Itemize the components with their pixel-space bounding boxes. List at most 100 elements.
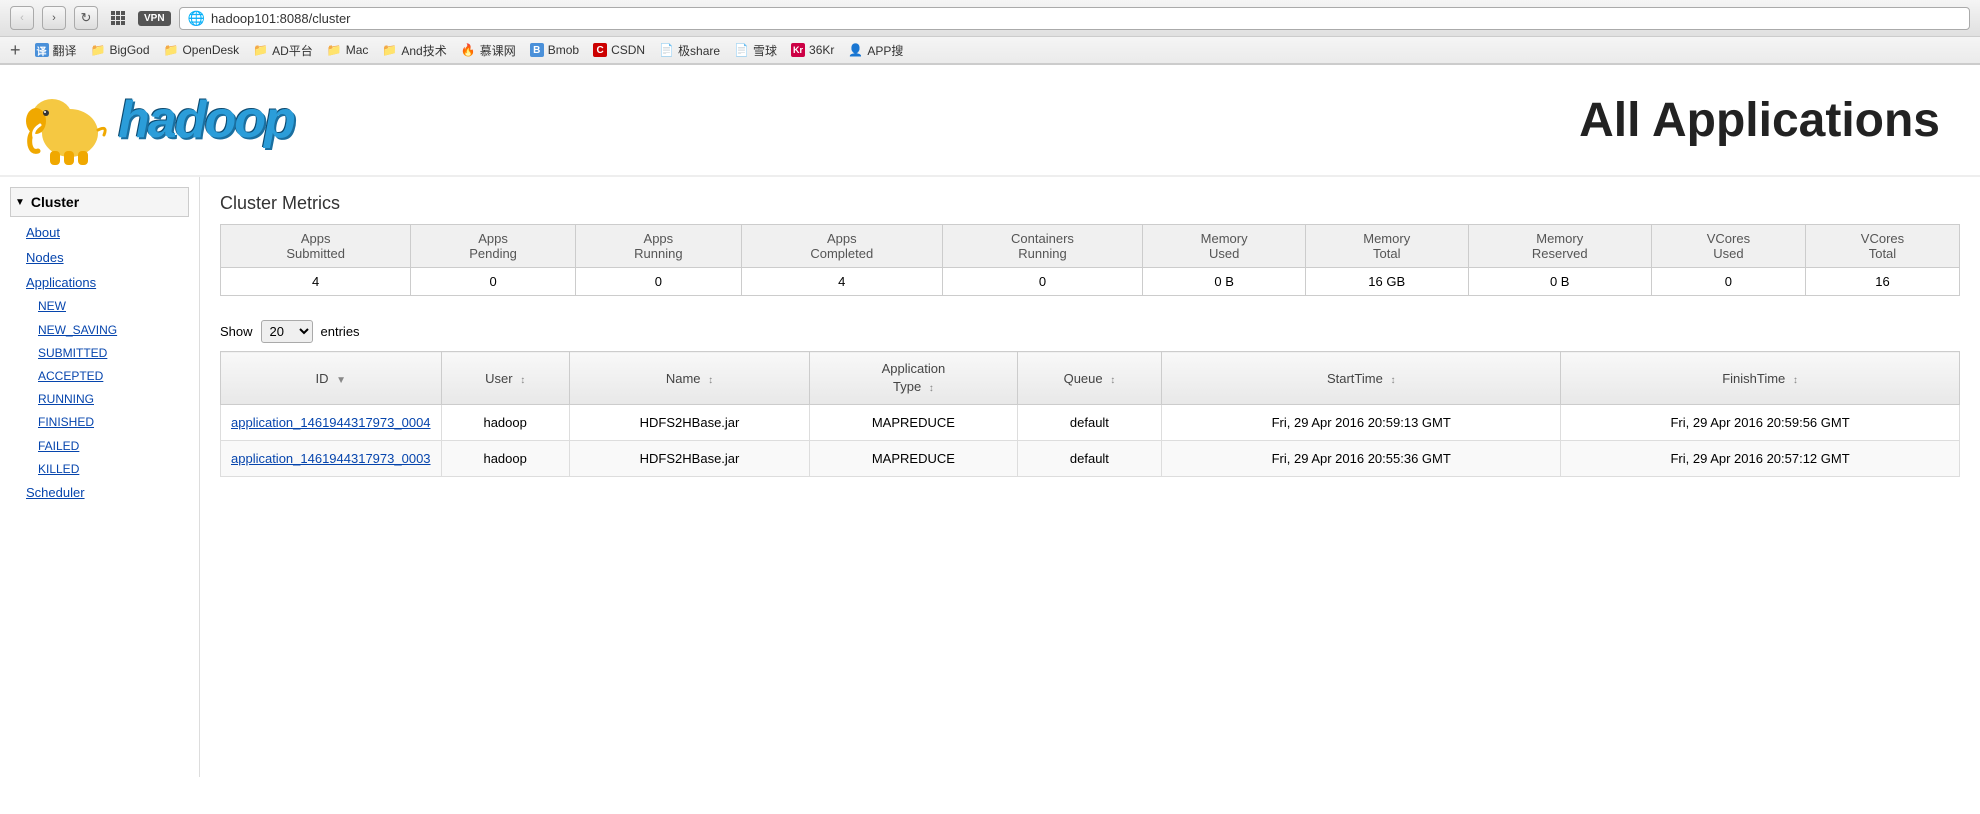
translate-icon: 译 xyxy=(35,43,49,57)
sort-starttime-icon[interactable]: ↕ xyxy=(1390,375,1395,386)
sidebar-item-accepted[interactable]: ACCEPTED xyxy=(10,365,189,388)
sort-user-icon[interactable]: ↕ xyxy=(520,375,525,386)
browser-toolbar: ‹ › ↻ VPN 🌐 hadoop101:8088/cluster xyxy=(0,0,1980,37)
bookmarks-bar: + 译 翻译 📁 BigGod 📁 OpenDesk 📁 AD平台 📁 Mac … xyxy=(0,37,1980,64)
app-id-cell: application_1461944317973_0003 xyxy=(221,441,442,477)
forward-button[interactable]: › xyxy=(42,6,66,30)
sidebar-item-finished[interactable]: FINISHED xyxy=(10,411,189,434)
bookmark-label: OpenDesk xyxy=(182,43,239,57)
sidebar-item-running[interactable]: RUNNING xyxy=(10,388,189,411)
app-queue-cell: default xyxy=(1017,441,1162,477)
bookmark-and[interactable]: 📁 And技术 xyxy=(382,42,446,59)
bookmark-label: BigGod xyxy=(109,43,149,57)
app-name-cell: HDFS2HBase.jar xyxy=(569,441,809,477)
app-finishtime-cell: Fri, 29 Apr 2016 20:59:56 GMT xyxy=(1561,405,1960,441)
metric-header-apps-submitted: AppsSubmitted xyxy=(221,225,411,268)
metric-vcores-total: 16 xyxy=(1805,268,1959,296)
metrics-table: AppsSubmitted AppsPending AppsRunning Ap… xyxy=(220,224,1960,296)
col-header-starttime[interactable]: StartTime ↕ xyxy=(1162,352,1561,405)
sidebar-item-scheduler[interactable]: Scheduler xyxy=(10,481,189,504)
doc-icon: 📄 xyxy=(659,43,674,57)
metric-header-containers-running: ContainersRunning xyxy=(942,225,1143,268)
bookmark-adplatform[interactable]: 📁 AD平台 xyxy=(253,42,313,59)
address-bar[interactable]: 🌐 hadoop101:8088/cluster xyxy=(179,7,1970,30)
hadoop-logo-text: hadoop xyxy=(118,90,294,150)
hadoop-logo: hadoop xyxy=(20,75,294,165)
doc-icon: 📄 xyxy=(734,43,749,57)
sidebar-item-applications[interactable]: Applications xyxy=(10,271,189,296)
sidebar-item-nodes[interactable]: Nodes xyxy=(10,246,189,271)
app-queue-cell: default xyxy=(1017,405,1162,441)
col-header-user[interactable]: User ↕ xyxy=(441,352,569,405)
sidebar-cluster-header[interactable]: ▼ Cluster xyxy=(10,187,189,217)
bookmark-label: CSDN xyxy=(611,43,645,57)
app-type-cell: MAPREDUCE xyxy=(810,441,1017,477)
metric-apps-submitted: 4 xyxy=(221,268,411,296)
sidebar-item-new-saving[interactable]: NEW_SAVING xyxy=(10,319,189,342)
bookmark-mukewang[interactable]: 🔥 慕课网 xyxy=(461,42,516,59)
metric-vcores-used: 0 xyxy=(1651,268,1805,296)
col-header-finishtime[interactable]: FinishTime ↕ xyxy=(1561,352,1960,405)
folder-icon: 📁 xyxy=(327,43,342,57)
bookmark-mac[interactable]: 📁 Mac xyxy=(327,43,369,57)
col-header-queue[interactable]: Queue ↕ xyxy=(1017,352,1162,405)
cluster-label: Cluster xyxy=(31,194,79,210)
bmob-icon: B xyxy=(530,43,544,57)
bookmark-jishare[interactable]: 📄 极share xyxy=(659,42,720,59)
bookmark-label: 极share xyxy=(678,42,720,59)
sidebar: ▼ Cluster About Nodes Applications NEW N… xyxy=(0,177,200,777)
bookmark-csdn[interactable]: C CSDN xyxy=(593,43,645,57)
cluster-metrics-title: Cluster Metrics xyxy=(220,193,1960,214)
reload-button[interactable]: ↻ xyxy=(74,6,98,30)
entries-select[interactable]: 10 20 50 100 xyxy=(261,320,313,343)
add-bookmark-button[interactable]: + xyxy=(10,41,21,59)
col-header-type[interactable]: ApplicationType ↕ xyxy=(810,352,1017,405)
metric-header-vcores-used: VCoresUsed xyxy=(1651,225,1805,268)
metric-header-memory-reserved: MemoryReserved xyxy=(1468,225,1651,268)
bookmark-biggod[interactable]: 📁 BigGod xyxy=(91,43,150,57)
metric-apps-pending: 0 xyxy=(411,268,575,296)
metric-apps-running: 0 xyxy=(575,268,741,296)
metric-header-vcores-total: VCoresTotal xyxy=(1805,225,1959,268)
sidebar-item-failed[interactable]: FAILED xyxy=(10,435,189,458)
bookmark-xuequi[interactable]: 📄 雪球 xyxy=(734,42,777,59)
grid-button[interactable] xyxy=(106,6,130,30)
collapse-arrow-icon: ▼ xyxy=(15,197,25,208)
metric-memory-used: 0 B xyxy=(1143,268,1306,296)
sort-type-icon[interactable]: ↕ xyxy=(929,383,934,394)
sort-finishtime-icon[interactable]: ↕ xyxy=(1793,375,1798,386)
csdn-icon: C xyxy=(593,43,607,57)
sidebar-item-about[interactable]: About xyxy=(10,221,189,246)
sidebar-item-new[interactable]: NEW xyxy=(10,295,189,318)
vpn-badge[interactable]: VPN xyxy=(138,11,171,26)
metric-memory-reserved: 0 B xyxy=(1468,268,1651,296)
sidebar-item-submitted[interactable]: SUBMITTED xyxy=(10,342,189,365)
bookmark-bmob[interactable]: B Bmob xyxy=(530,43,579,57)
folder-icon: 📁 xyxy=(253,43,268,57)
bookmark-label: Bmob xyxy=(548,43,579,57)
browser-chrome: ‹ › ↻ VPN 🌐 hadoop101:8088/cluster + 译 xyxy=(0,0,1980,65)
bookmark-opendesk[interactable]: 📁 OpenDesk xyxy=(164,43,240,57)
col-header-name[interactable]: Name ↕ xyxy=(569,352,809,405)
metric-containers-running: 0 xyxy=(942,268,1143,296)
sort-name-icon[interactable]: ↕ xyxy=(708,375,713,386)
metric-header-memory-total: MemoryTotal xyxy=(1305,225,1468,268)
bookmark-label: APP搜 xyxy=(867,42,903,59)
bookmark-appsou[interactable]: 👤 APP搜 xyxy=(848,42,903,59)
sidebar-item-killed[interactable]: KILLED xyxy=(10,458,189,481)
app-id-link-2[interactable]: application_1461944317973_0003 xyxy=(231,451,431,466)
app-id-link-1[interactable]: application_1461944317973_0004 xyxy=(231,415,431,430)
metric-header-apps-running: AppsRunning xyxy=(575,225,741,268)
metric-header-memory-used: MemoryUsed xyxy=(1143,225,1306,268)
col-header-id[interactable]: ID ▼ xyxy=(221,352,442,405)
bookmark-36kr[interactable]: Kr 36Kr xyxy=(791,43,834,57)
back-button[interactable]: ‹ xyxy=(10,6,34,30)
col-type-label: ApplicationType xyxy=(882,361,946,394)
col-finishtime-label: FinishTime xyxy=(1722,371,1785,386)
sort-id-icon[interactable]: ▼ xyxy=(336,375,346,386)
sort-queue-icon[interactable]: ↕ xyxy=(1110,375,1115,386)
bookmark-translate[interactable]: 译 翻译 xyxy=(35,42,77,59)
entries-label: entries xyxy=(321,324,360,339)
folder-icon: 📁 xyxy=(382,43,397,57)
user-icon: 👤 xyxy=(848,43,863,57)
